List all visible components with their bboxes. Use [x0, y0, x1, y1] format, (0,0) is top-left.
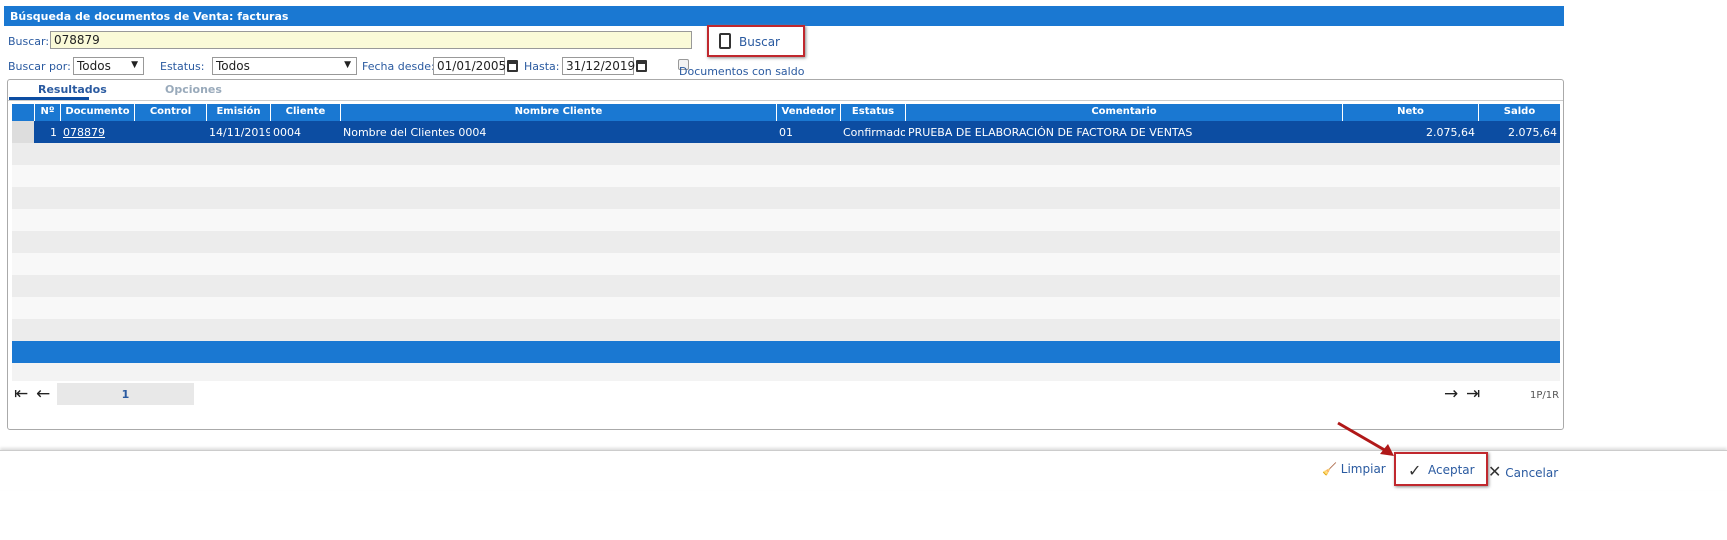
limpiar-label: Limpiar	[1340, 462, 1386, 476]
dialog-title: Búsqueda de documentos de Venta: factura…	[4, 6, 1564, 26]
pager-info: 1P/1R	[1530, 390, 1560, 401]
search-button[interactable]: Buscar	[707, 25, 805, 57]
broom-icon: 🧹	[1322, 462, 1337, 476]
col-saldo[interactable]: Saldo	[1478, 104, 1560, 121]
annotation-arrow-icon	[1337, 421, 1394, 456]
hasta-input[interactable]: 31/12/2019	[562, 57, 635, 75]
aceptar-label: Aceptar	[1428, 463, 1475, 477]
next-page-icon[interactable]: →	[1444, 384, 1458, 404]
cell-saldo: 2.075,64	[1508, 126, 1557, 139]
buscar-por-label: Buscar por:	[8, 60, 71, 73]
col-select	[12, 104, 34, 121]
check-icon: ✓	[1408, 461, 1422, 480]
cell-vendedor: 01	[779, 126, 793, 139]
col-estatus[interactable]: Estatus	[840, 104, 905, 121]
cell-comentario: PRUEBA DE ELABORACIÓN DE FACTORA DE VENT…	[908, 126, 1193, 139]
calendar-icon[interactable]	[636, 60, 647, 72]
row-checkbox[interactable]	[12, 121, 34, 143]
col-neto[interactable]: Neto	[1342, 104, 1478, 121]
cell-cliente: 0004	[273, 126, 301, 139]
col-vendedor[interactable]: Vendedor	[776, 104, 840, 121]
cell-n: 1	[50, 126, 57, 139]
col-documento[interactable]: Documento	[60, 104, 134, 121]
col-comentario[interactable]: Comentario	[905, 104, 1342, 121]
cell-control	[134, 121, 206, 143]
estatus-select[interactable]: Todos	[212, 57, 357, 75]
grid-footer-bar	[12, 341, 1560, 363]
cell-nombre: Nombre del Clientes 0004	[343, 126, 487, 139]
grid-header: Nº Documento Control Emisión Cliente Nom…	[12, 104, 1560, 121]
search-button-label: Buscar	[739, 35, 780, 49]
close-icon: ✕	[1488, 462, 1502, 481]
divider	[8, 100, 1563, 101]
col-n[interactable]: Nº	[34, 104, 60, 121]
cell-neto: 2.075,64	[1426, 126, 1475, 139]
results-grid: Nº Documento Control Emisión Cliente Nom…	[12, 104, 1560, 381]
limpiar-button[interactable]: 🧹 Limpiar	[1322, 462, 1386, 476]
grid-summary-row	[12, 363, 1560, 381]
col-cliente[interactable]: Cliente	[270, 104, 340, 121]
calendar-icon[interactable]	[507, 60, 518, 72]
search-document-icon	[719, 33, 731, 49]
col-control[interactable]: Control	[134, 104, 206, 121]
search-label: Buscar:	[8, 35, 50, 48]
page-number[interactable]: 1	[57, 383, 194, 405]
fecha-desde-label: Fecha desde:	[362, 60, 435, 73]
tab-opciones[interactable]: Opciones	[165, 83, 222, 96]
col-emision[interactable]: Emisión	[206, 104, 270, 121]
buscar-por-select[interactable]: Todos	[73, 57, 144, 75]
search-input[interactable]: 078879	[50, 31, 692, 49]
fecha-desde-input[interactable]: 01/01/2005	[433, 57, 506, 75]
table-row[interactable]: 1 078879 14/11/2019 0004 Nombre del Clie…	[12, 121, 1560, 143]
cancelar-button[interactable]: ✕ Cancelar	[1488, 462, 1558, 481]
col-nombre-cliente[interactable]: Nombre Cliente	[340, 104, 776, 121]
hasta-label: Hasta:	[524, 60, 560, 73]
prev-page-icon[interactable]: ←	[36, 384, 50, 404]
con-saldo-label: Documentos con saldo	[679, 65, 805, 78]
empty-rows	[12, 143, 1560, 341]
cell-emision: 14/11/2019	[209, 126, 270, 139]
cancelar-label: Cancelar	[1505, 466, 1559, 480]
cell-documento-link[interactable]: 078879	[60, 121, 134, 143]
first-page-icon[interactable]: ⇤	[14, 384, 28, 404]
tab-resultados[interactable]: Resultados	[38, 83, 107, 96]
estatus-label: Estatus:	[160, 60, 205, 73]
cell-estatus: Confirmado	[843, 126, 905, 139]
aceptar-button[interactable]: ✓ Aceptar	[1394, 452, 1488, 486]
last-page-icon[interactable]: ⇥	[1466, 384, 1480, 404]
